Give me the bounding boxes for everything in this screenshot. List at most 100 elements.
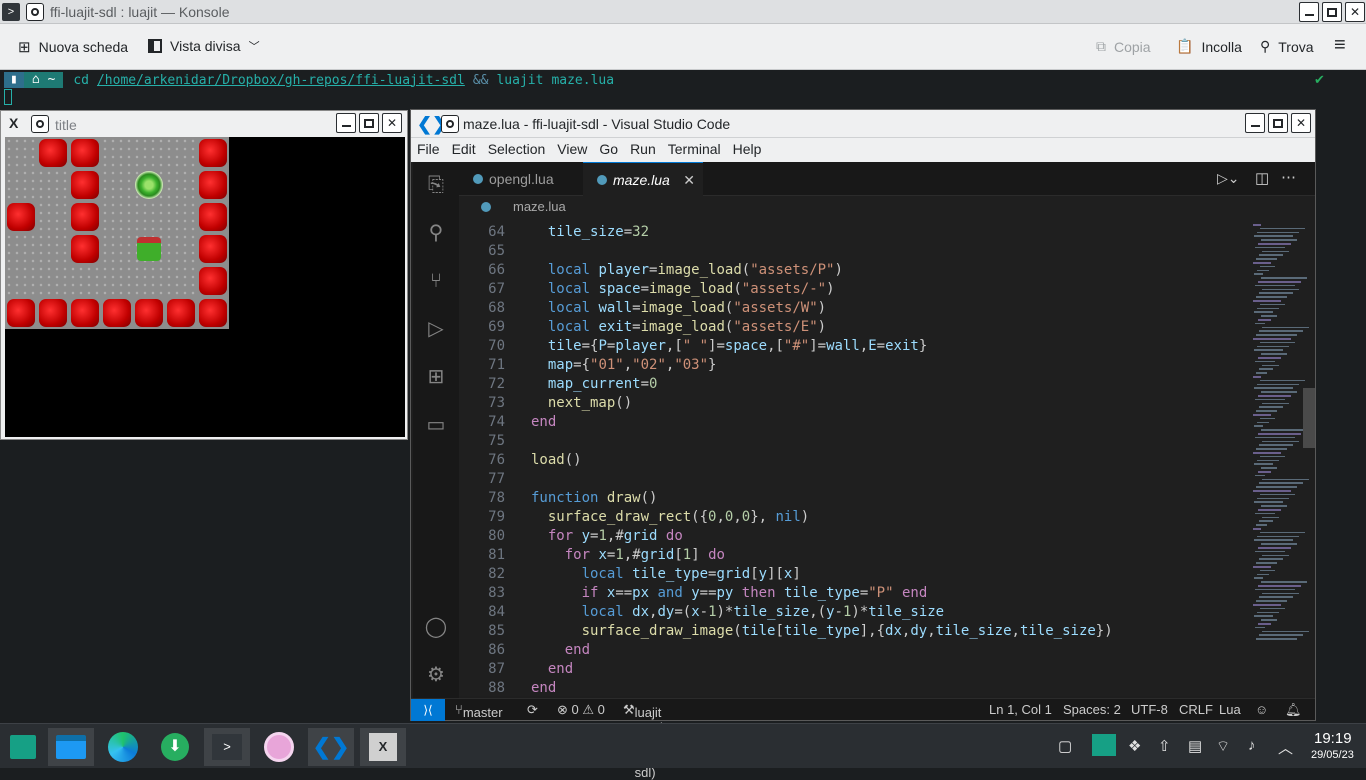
- menu-selection[interactable]: Selection: [482, 138, 552, 162]
- sync-icon[interactable]: ⟳: [527, 702, 538, 718]
- app-launcher-icon[interactable]: [0, 728, 46, 766]
- language-mode[interactable]: Lua: [1219, 702, 1241, 717]
- sdl-close-button[interactable]: ✕: [382, 113, 402, 133]
- menu-terminal[interactable]: Terminal: [662, 138, 727, 162]
- more-actions-icon[interactable]: ⋯: [1281, 168, 1296, 186]
- tray-expand-icon[interactable]: ︿: [1278, 737, 1293, 758]
- paste-button[interactable]: 📋 Incolla: [1176, 38, 1242, 55]
- code-line[interactable]: tile_size=32: [531, 224, 649, 240]
- sdl-minimize-button[interactable]: [336, 113, 356, 133]
- clipboard-icon[interactable]: ▤: [1188, 737, 1202, 755]
- tab-maze-lua[interactable]: maze.lua ✕: [583, 162, 703, 196]
- code-line[interactable]: surface_draw_rect({0,0,0}, nil): [531, 509, 809, 525]
- find-button[interactable]: ⚲ Trova: [1260, 38, 1314, 55]
- code-line[interactable]: tile={P=player,[" "]=space,["#"]=wall,E=…: [531, 338, 927, 354]
- maximize-button[interactable]: [1322, 2, 1342, 22]
- search-icon[interactable]: ⚲: [423, 220, 449, 246]
- edge-browser-task-icon[interactable]: [100, 728, 146, 766]
- minimap-line: [1257, 497, 1289, 500]
- code-line[interactable]: end: [531, 414, 556, 430]
- vscode-pin-icon[interactable]: [441, 115, 459, 133]
- account-icon[interactable]: ◯: [423, 614, 449, 640]
- code-line[interactable]: map={"01","02","03"}: [531, 357, 717, 373]
- remote-explorer-icon[interactable]: ▭: [423, 412, 449, 438]
- code-line[interactable]: map_current=0: [531, 376, 658, 392]
- split-editor-icon[interactable]: ◫: [1255, 169, 1269, 187]
- konsole-task-icon[interactable]: >: [204, 728, 250, 766]
- remote-indicator-icon[interactable]: ⟩⟨: [411, 699, 445, 721]
- settings-gear-icon[interactable]: ⚙: [423, 662, 449, 688]
- indentation[interactable]: Spaces: 2: [1063, 702, 1121, 717]
- source-control-icon[interactable]: ⑂: [423, 268, 449, 294]
- tab-opengl-lua[interactable]: opengl.lua: [459, 162, 583, 196]
- show-desktop-icon[interactable]: ▢: [1058, 737, 1072, 755]
- close-tab-icon[interactable]: ✕: [683, 163, 695, 197]
- code-line[interactable]: local wall=image_load("assets/W"): [531, 300, 826, 316]
- branch-indicator[interactable]: ⑂ master: [455, 702, 503, 720]
- konsole-pin-icon[interactable]: [26, 3, 44, 21]
- code-line[interactable]: for x=1,#grid[1] do: [531, 547, 725, 563]
- minimize-button[interactable]: [1299, 2, 1319, 22]
- code-line[interactable]: load(): [531, 452, 582, 468]
- code-line[interactable]: local tile_type=grid[y][x]: [531, 566, 801, 582]
- code-line[interactable]: next_map(): [531, 395, 632, 411]
- cursor-position[interactable]: Ln 1, Col 1: [989, 702, 1052, 717]
- vscode-minimize-button[interactable]: [1245, 113, 1265, 133]
- volume-icon[interactable]: ♪: [1248, 737, 1256, 754]
- code-line[interactable]: surface_draw_image(tile[tile_type],{dx,d…: [531, 623, 1113, 639]
- media-app-task-icon[interactable]: [256, 728, 302, 766]
- code-line[interactable]: local dx,dy=(x-1)*tile_size,(y-1)*tile_s…: [531, 604, 945, 620]
- explorer-icon[interactable]: ⎘: [423, 172, 449, 198]
- new-tab-button[interactable]: ⊞ Nuova scheda: [18, 38, 128, 56]
- menu-view[interactable]: View: [551, 138, 593, 162]
- minimap-scrollbar[interactable]: [1303, 388, 1315, 448]
- code-line[interactable]: function draw(): [531, 490, 657, 506]
- file-manager-task-icon[interactable]: [48, 728, 94, 766]
- line-number: 75: [488, 433, 505, 449]
- code-line[interactable]: end: [531, 661, 573, 677]
- close-button[interactable]: ✕: [1345, 2, 1365, 22]
- code-line[interactable]: for y=1,#grid do: [531, 528, 683, 544]
- encoding[interactable]: UTF-8: [1131, 702, 1168, 717]
- menu-edit[interactable]: Edit: [446, 138, 482, 162]
- menu-go[interactable]: Go: [593, 138, 624, 162]
- notifications-bell-icon[interactable]: 🔔︎: [1285, 702, 1302, 718]
- sdl-pin-icon[interactable]: [31, 115, 49, 133]
- problems-indicator[interactable]: ⊗ 0 ⚠ 0: [557, 702, 605, 718]
- run-file-icon[interactable]: ▷⌄: [1217, 170, 1240, 187]
- x-app-task-icon[interactable]: X: [360, 728, 406, 766]
- menu-run[interactable]: Run: [624, 138, 662, 162]
- extensions-icon[interactable]: ⊞: [423, 364, 449, 390]
- code-line[interactable]: end: [531, 642, 590, 658]
- vscode-close-button[interactable]: ✕: [1291, 113, 1311, 133]
- download-manager-task-icon[interactable]: ⬇: [152, 728, 198, 766]
- vscode-task-icon[interactable]: ❮❯: [308, 728, 354, 766]
- code-line[interactable]: if x==px and y==py then tile_type="P" en…: [531, 585, 928, 601]
- wifi-icon[interactable]: ⌔: [1216, 737, 1230, 756]
- updates-icon[interactable]: ⇧: [1158, 737, 1171, 755]
- menu-help[interactable]: Help: [727, 138, 768, 162]
- pager-icon[interactable]: [1092, 734, 1116, 756]
- dropbox-icon[interactable]: ❖: [1128, 737, 1141, 755]
- code-line[interactable]: local space=image_load("assets/-"): [531, 281, 835, 297]
- line-number: 84: [488, 604, 505, 620]
- hamburger-menu-icon[interactable]: ≡: [1334, 34, 1346, 57]
- line-endings[interactable]: CRLF: [1179, 702, 1213, 717]
- breadcrumb[interactable]: maze.lua: [459, 196, 1315, 218]
- game-canvas[interactable]: [5, 137, 405, 437]
- vscode-maximize-button[interactable]: [1268, 113, 1288, 133]
- run-debug-icon[interactable]: ▷: [423, 316, 449, 342]
- code-editor[interactable]: 64 tile_size=32 65 66 local player=image_l…: [459, 218, 1249, 696]
- minimap[interactable]: [1249, 218, 1315, 696]
- sdl-maximize-button[interactable]: [359, 113, 379, 133]
- split-view-button[interactable]: Vista divisa ﹀: [148, 38, 260, 54]
- code-line[interactable]: end: [531, 680, 556, 696]
- code-line[interactable]: local player=image_load("assets/P"): [531, 262, 843, 278]
- copy-button[interactable]: ⧉ Copia: [1096, 38, 1151, 55]
- clock-time[interactable]: 19:19: [1314, 730, 1352, 747]
- code-line[interactable]: local exit=image_load("assets/E"): [531, 319, 826, 335]
- running-task[interactable]: ⚒ luajit app.lua (ffi-luajit-sdl): [623, 702, 677, 780]
- menu-file[interactable]: File: [411, 138, 446, 162]
- feedback-icon[interactable]: ☺: [1255, 702, 1268, 717]
- clock-date[interactable]: 29/05/23: [1311, 749, 1354, 761]
